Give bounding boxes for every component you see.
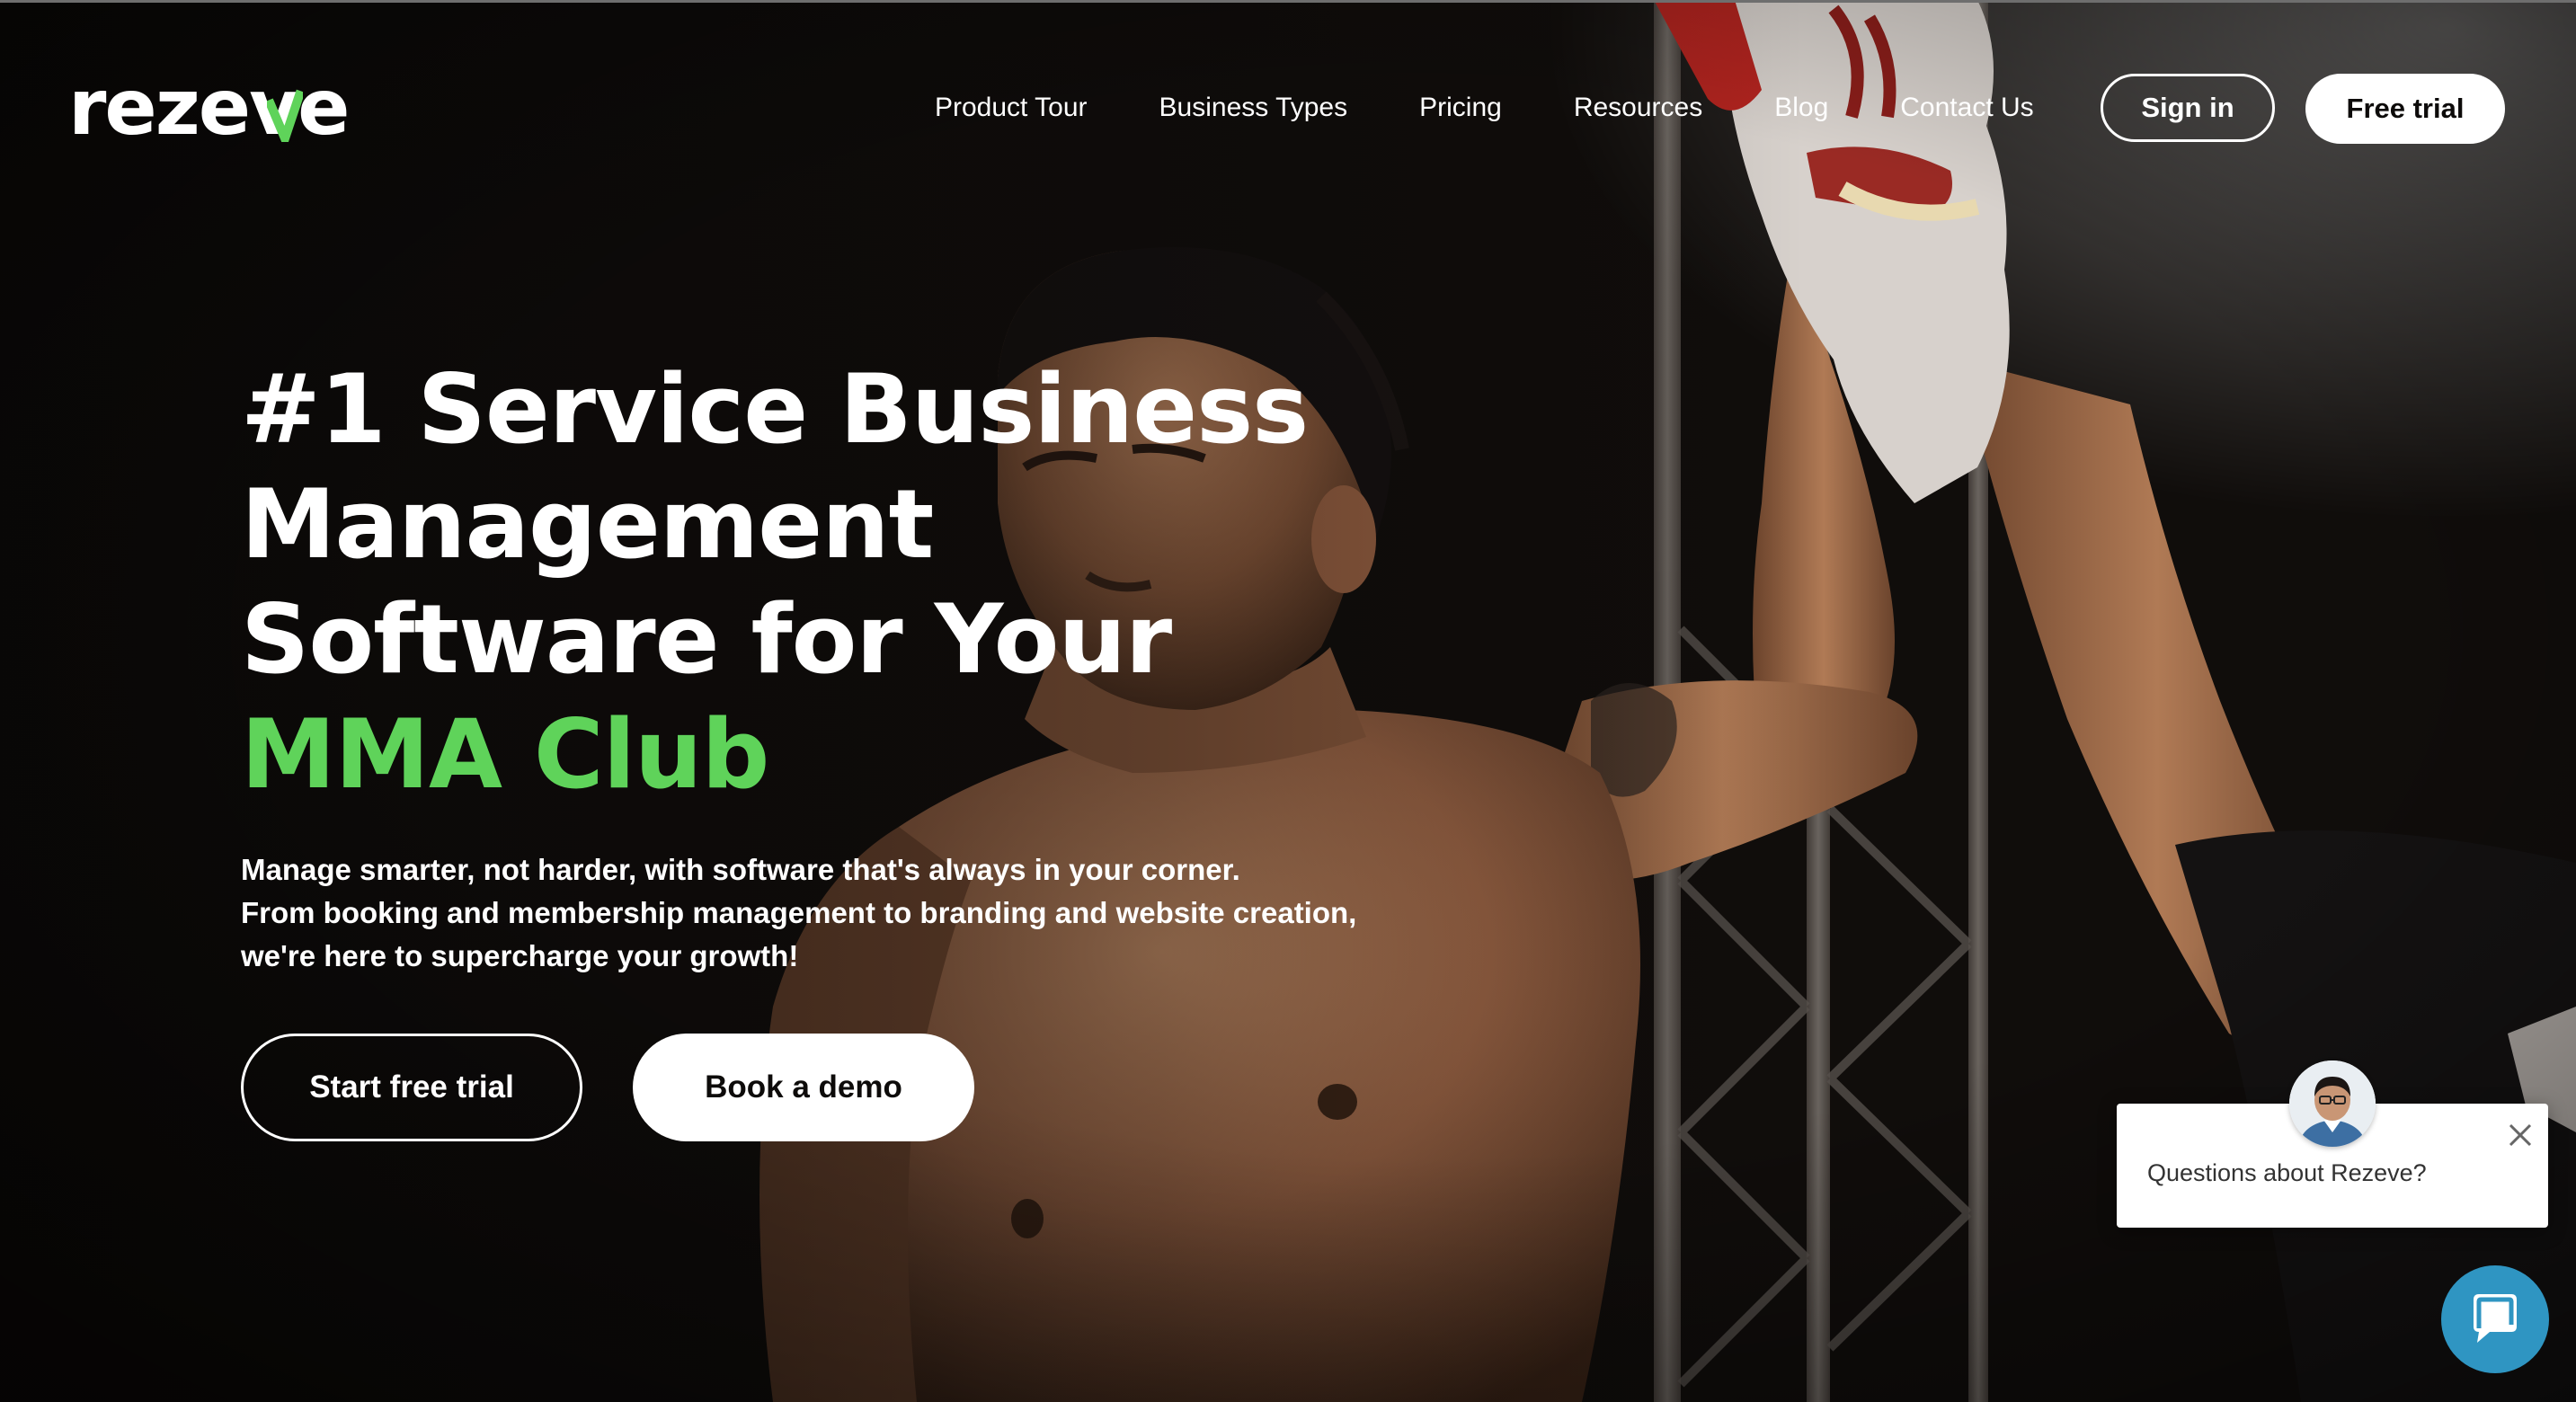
headline-line-2: Management — [241, 469, 934, 580]
chat-launcher-button[interactable] — [2441, 1265, 2549, 1373]
logo-check-icon — [267, 89, 303, 142]
hero-subtext: Manage smarter, not harder, with softwar… — [241, 848, 1499, 978]
subtext-line-2: From booking and membership management t… — [241, 896, 1357, 929]
subtext-line-3: we're here to supercharge your growth! — [241, 939, 799, 972]
hero-headline: #1 Service Business Management Software … — [241, 352, 1499, 812]
agent-avatar — [2289, 1060, 2376, 1147]
page: rezeve Product Tour Business Types Prici… — [0, 0, 2576, 1402]
nav-product-tour[interactable]: Product Tour — [935, 93, 1088, 123]
book-demo-button[interactable]: Book a demo — [633, 1034, 974, 1141]
nav-contact-us[interactable]: Contact Us — [1900, 93, 2033, 123]
rezeve-logo[interactable]: rezeve — [68, 63, 351, 153]
nav-blog[interactable]: Blog — [1774, 93, 1828, 123]
headline-line-1: #1 Service Business — [241, 354, 1309, 465]
chat-bubble-icon — [2474, 1294, 2517, 1343]
nav-business-types[interactable]: Business Types — [1159, 93, 1348, 123]
top-border — [0, 0, 2576, 3]
start-free-trial-button[interactable]: Start free trial — [241, 1034, 582, 1141]
logo-wordmark: rezeve — [68, 63, 351, 153]
subtext-line-1: Manage smarter, not harder, with softwar… — [241, 853, 1240, 886]
close-icon[interactable] — [2505, 1120, 2536, 1150]
free-trial-button[interactable]: Free trial — [2305, 74, 2505, 144]
headline-line-3: Software for Your — [241, 584, 1172, 695]
chat-prompt-text: Questions about Rezeve? — [2147, 1159, 2427, 1186]
sign-in-button[interactable]: Sign in — [2101, 74, 2275, 142]
nav-resources[interactable]: Resources — [1574, 93, 1702, 123]
main-nav: Product Tour Business Types Pricing Reso… — [935, 81, 2034, 135]
nav-pricing[interactable]: Pricing — [1419, 93, 1502, 123]
headline-accent: MMA Club — [241, 699, 769, 810]
